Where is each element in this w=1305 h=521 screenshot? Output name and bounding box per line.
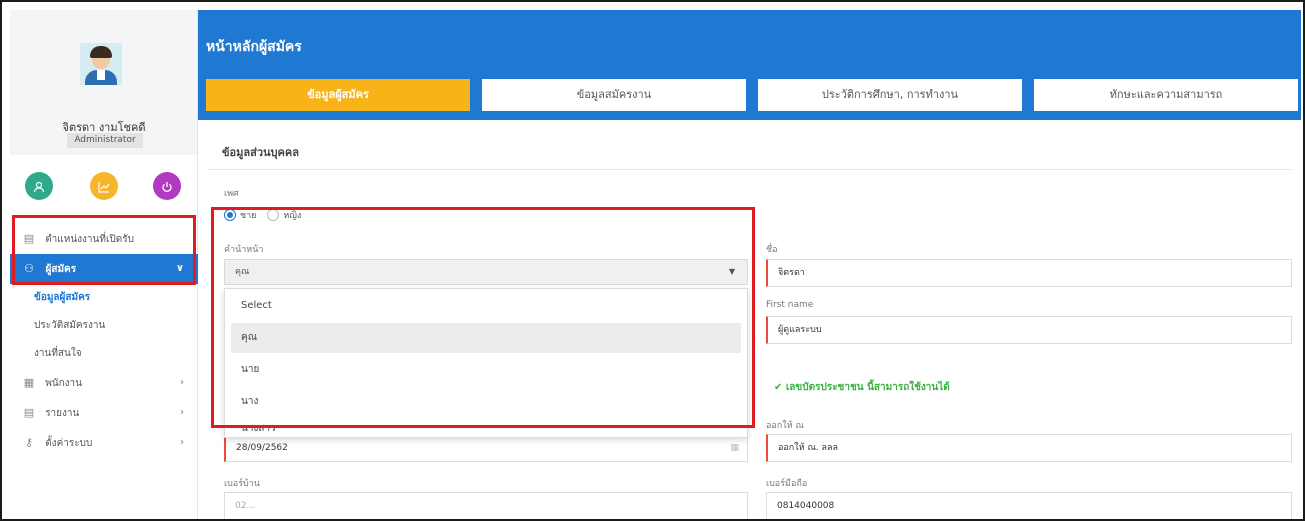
avatar-hair	[90, 46, 112, 58]
power-icon[interactable]	[153, 172, 181, 200]
chevron-right-icon: ›	[180, 377, 184, 388]
first-name-label: ชื่อ	[766, 245, 778, 255]
page-title: หน้าหลักผู้สมัคร	[206, 39, 302, 55]
tab-bar: ข้อมูลผู้สมัคร ข้อมูลสมัครงาน ประวัติการ…	[206, 79, 1298, 113]
quick-actions	[10, 172, 198, 212]
section-header: ข้อมูลส่วนบุคคล	[208, 128, 1291, 170]
sidebar-subitem-interested-jobs[interactable]: งานที่สนใจ	[10, 340, 198, 368]
home-phone-label: เบอร์บ้าน	[224, 479, 260, 489]
mobile-label: เบอร์มือถือ	[766, 479, 808, 489]
tab-skills[interactable]: ทักษะและความสามารถ	[1034, 79, 1298, 111]
sidebar-item-employees[interactable]: ▦ พนักงาน ›	[10, 368, 198, 398]
id-status-message: ✔ เลขบัตรประชาชน นี้สามารถใช้งานได้	[774, 380, 950, 395]
first-name-en-input[interactable]: ผู้ดูแลระบบ	[766, 316, 1292, 344]
issued-at-label: ออกให้ ณ	[766, 421, 804, 431]
chart-icon[interactable]	[90, 172, 118, 200]
section-title: ข้อมูลส่วนบุคคล	[222, 146, 299, 159]
tab-application-info[interactable]: ข้อมูลสมัครงาน	[482, 79, 746, 111]
sidebar-item-label: ตั้งค่าระบบ	[45, 438, 93, 449]
home-phone-input[interactable]: 02...	[224, 492, 748, 519]
sidebar-item-label: พนักงาน	[45, 378, 83, 389]
issued-at-input[interactable]: ออกให้ ณ. ลลล	[766, 434, 1292, 462]
sidebar-item-label: รายงาน	[45, 408, 80, 419]
check-circle-icon: ✔	[774, 382, 783, 393]
tab-education-work[interactable]: ประวัติการศึกษา, การทำงาน	[758, 79, 1022, 111]
building-icon: ▦	[23, 376, 35, 389]
first-name-en-label: First name	[766, 300, 814, 310]
sidebar-subitem-application-history[interactable]: ประวัติสมัครงาน	[10, 312, 198, 340]
tab-applicant-info[interactable]: ข้อมูลผู้สมัคร	[206, 79, 470, 111]
app-frame: จิตรดา งามโชคดี Administrator ▤ ตำแหน่งง…	[0, 0, 1305, 521]
id-status-text: เลขบัตรประชาชน นี้สามารถใช้งานได้	[785, 382, 950, 393]
profile-card: จิตรดา งามโชคดี Administrator	[10, 10, 197, 155]
avatar[interactable]	[80, 43, 122, 85]
highlight-box-sidebar	[12, 215, 196, 285]
avatar-collar	[97, 70, 105, 80]
chevron-right-icon: ›	[180, 437, 184, 448]
sidebar-subitem-applicant-info[interactable]: ข้อมูลผู้สมัคร	[10, 284, 198, 312]
user-icon[interactable]	[25, 172, 53, 200]
gender-label: เพศ	[224, 189, 239, 199]
issue-date-value: 28/09/2562	[236, 443, 288, 453]
report-icon: ▤	[23, 406, 35, 419]
highlight-box-form	[211, 207, 755, 428]
header: หน้าหลักผู้สมัคร ข้อมูลผู้สมัคร ข้อมูลสม…	[198, 10, 1301, 120]
chevron-right-icon: ›	[180, 407, 184, 418]
mobile-input[interactable]: 0814040008	[766, 492, 1292, 519]
profile-role-badge: Administrator	[67, 133, 143, 148]
sidebar-item-reports[interactable]: ▤ รายงาน ›	[10, 398, 198, 428]
key-icon: ⚷	[24, 436, 34, 449]
sidebar-item-settings[interactable]: ⚷ ตั้งค่าระบบ ›	[10, 428, 198, 458]
first-name-input[interactable]: จิตรดา	[766, 259, 1292, 287]
